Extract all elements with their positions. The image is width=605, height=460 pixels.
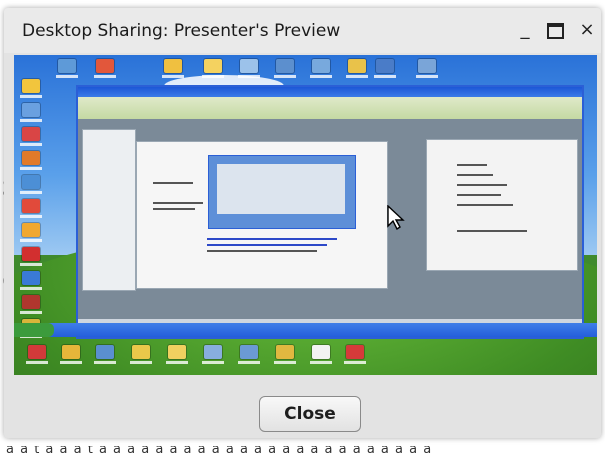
desktop-icon bbox=[20, 103, 42, 122]
minimize-icon[interactable]: _ bbox=[514, 19, 536, 41]
desktop-icon bbox=[162, 59, 184, 78]
close-button[interactable]: Close bbox=[259, 396, 361, 432]
maximize-icon[interactable] bbox=[544, 19, 566, 41]
desktop-icon bbox=[374, 59, 396, 78]
dialog-title: Desktop Sharing: Presenter's Preview bbox=[22, 21, 341, 41]
desktop-icon bbox=[274, 345, 296, 364]
presenter-preview-dialog: Desktop Sharing: Presenter's Preview _ × bbox=[4, 8, 601, 438]
bg-bottom-text: a a t a a a t a a a a a a a a a a a a a … bbox=[6, 446, 433, 457]
desktop-icon bbox=[130, 345, 152, 364]
desktop-icon bbox=[20, 175, 42, 194]
desktop-icon bbox=[346, 59, 368, 78]
desktop-icon bbox=[202, 59, 224, 78]
desktop-icon bbox=[416, 59, 438, 78]
desktop-icon bbox=[94, 59, 116, 78]
cursor-icon bbox=[387, 205, 405, 231]
desktop-icon bbox=[274, 59, 296, 78]
desktop-icon bbox=[20, 247, 42, 266]
dialog-titlebar: Desktop Sharing: Presenter's Preview _ × bbox=[4, 8, 601, 53]
desktop-preview bbox=[14, 55, 597, 375]
desktop-icon bbox=[60, 345, 82, 364]
desktop-icon bbox=[20, 127, 42, 146]
desktop-icon bbox=[20, 223, 42, 242]
desktop-icon bbox=[344, 345, 366, 364]
desktop-icon bbox=[26, 345, 48, 364]
desktop-icon bbox=[202, 345, 224, 364]
desktop-icon bbox=[20, 199, 42, 218]
desktop-icon bbox=[238, 59, 260, 78]
desktop-icon bbox=[20, 295, 42, 314]
desktop-icon bbox=[20, 151, 42, 170]
shared-screen-window bbox=[76, 85, 584, 339]
desktop-icon bbox=[310, 59, 332, 78]
nested-preview bbox=[208, 155, 356, 229]
desktop-icon bbox=[238, 345, 260, 364]
close-icon[interactable]: × bbox=[576, 19, 598, 41]
desktop-icon bbox=[166, 345, 188, 364]
start-button bbox=[14, 323, 54, 337]
desktop-icon bbox=[20, 79, 42, 98]
taskbar bbox=[14, 323, 597, 337]
desktop-icon bbox=[310, 345, 332, 364]
desktop-icon bbox=[94, 345, 116, 364]
desktop-icon bbox=[56, 59, 78, 78]
desktop-icon bbox=[20, 271, 42, 290]
